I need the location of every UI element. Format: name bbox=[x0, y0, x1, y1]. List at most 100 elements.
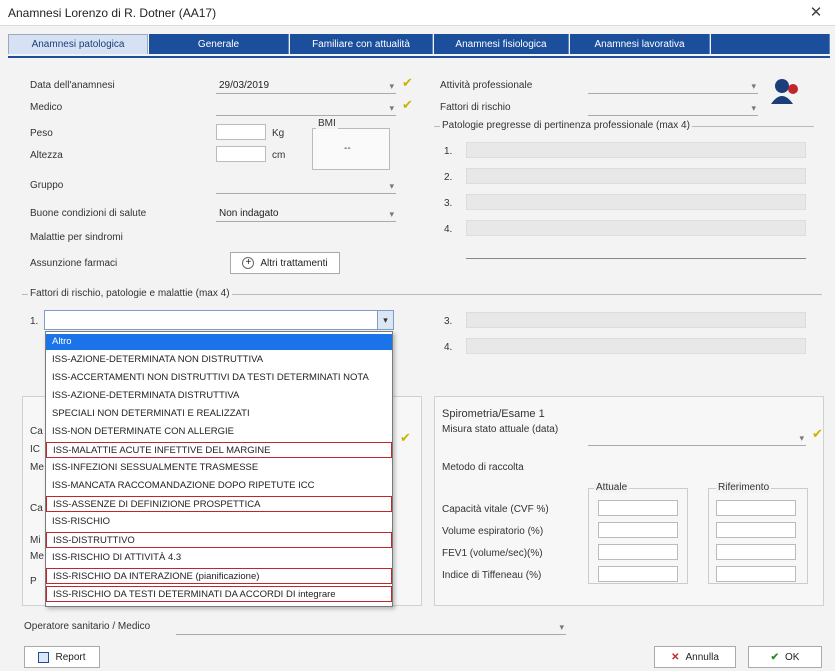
patologie-group-title: Patologie pregresse di pertinenza profes… bbox=[440, 120, 692, 131]
annulla-button[interactable]: ✕ Annulla bbox=[654, 646, 736, 668]
misura-combo[interactable]: ▾ bbox=[588, 430, 806, 446]
dropdown-option[interactable]: ISS-ASSENZE DI DEFINIZIONE PROSPETTICA bbox=[46, 496, 392, 512]
fattori-label: Fattori di rischio bbox=[440, 102, 511, 113]
tab-generale[interactable]: Generale bbox=[149, 34, 289, 54]
patologia-1-field[interactable] bbox=[466, 142, 806, 158]
patologia-3-field[interactable] bbox=[466, 194, 806, 210]
tab-bar: Anamnesi patologica Generale Familiare c… bbox=[8, 34, 830, 56]
misura-label: Misura stato attuale (data) bbox=[442, 424, 559, 435]
tab-underline bbox=[8, 56, 830, 58]
ok-button[interactable]: ✔ OK bbox=[748, 646, 822, 668]
fattori-combo[interactable]: ▾ bbox=[588, 100, 758, 116]
chevron-down-icon[interactable]: ▾ bbox=[377, 311, 393, 329]
report-button[interactable]: Report bbox=[24, 646, 100, 668]
spiro-att-3[interactable] bbox=[598, 544, 678, 560]
spiro-att-1[interactable] bbox=[598, 500, 678, 516]
dropdown-option[interactable]: ISS-INFEZIONI SESSUALMENTE TRASMESSE bbox=[46, 460, 392, 476]
lower-label-3: Me bbox=[30, 462, 44, 473]
rischio-1-combo[interactable]: ▾ bbox=[44, 310, 394, 330]
lower-label-2: IC bbox=[30, 444, 40, 455]
dropdown-option[interactable]: Altro bbox=[46, 334, 392, 350]
lower-label-6: Me bbox=[30, 551, 44, 562]
spiro-rif-3[interactable] bbox=[716, 544, 796, 560]
dropdown-option[interactable]: ISS-MANCATA RACCOMANDAZIONE DOPO RIPETUT… bbox=[46, 478, 392, 494]
ok-button-label: OK bbox=[784, 651, 800, 663]
medico-combo[interactable]: ▾ bbox=[216, 100, 396, 116]
spiro-row-4: Indice di Tiffeneau (%) bbox=[442, 570, 542, 581]
dropdown-option[interactable]: ISS-DISTRUTTIVO bbox=[46, 532, 392, 548]
malattie-label: Malattie per sindromi bbox=[30, 232, 123, 243]
metodo-label: Metodo di raccolta bbox=[442, 462, 524, 473]
dropdown-option[interactable]: ISS-NON DETERMINATE CON ALLERGIE bbox=[46, 424, 392, 440]
data-anamnesi-label: Data dell'anamnesi bbox=[30, 80, 115, 91]
operatore-label: Operatore sanitario / Medico bbox=[24, 621, 151, 632]
check-icon: ✔ bbox=[770, 651, 779, 663]
tab-anamnesi-patologica[interactable]: Anamnesi patologica bbox=[8, 34, 148, 54]
spiro-att-2[interactable] bbox=[598, 522, 678, 538]
row-num-1: 1. bbox=[444, 146, 453, 157]
lower-label-1: Ca bbox=[30, 426, 43, 437]
confirm-check-icon[interactable]: ✔ bbox=[812, 426, 823, 442]
tab-lavorativa[interactable]: Anamnesi lavorativa bbox=[570, 34, 710, 54]
dropdown-option[interactable]: ISS-MALATTIE ACUTE INFETTIVE DEL MARGINE bbox=[46, 442, 392, 458]
bmi-box bbox=[312, 128, 390, 170]
spiro-rif-2[interactable] bbox=[716, 522, 796, 538]
assunzione-label: Assunzione farmaci bbox=[30, 258, 118, 269]
gruppo-combo[interactable]: ▾ bbox=[216, 178, 396, 194]
close-icon[interactable]: ✕ bbox=[807, 3, 825, 21]
patologie-underline bbox=[466, 258, 806, 259]
chevron-down-icon: ▾ bbox=[751, 103, 756, 113]
spiro-att-4[interactable] bbox=[598, 566, 678, 582]
chevron-down-icon: ▾ bbox=[799, 433, 804, 443]
altri-trattamenti-button[interactable]: + Altri trattamenti bbox=[230, 252, 340, 274]
rischio-3-field[interactable] bbox=[466, 312, 806, 328]
dropdown-option[interactable]: ISS-RISCHIO DA TESTI DETERMINATI DA ACCO… bbox=[46, 586, 392, 602]
patologia-2-field[interactable] bbox=[466, 168, 806, 184]
attuale-header: Attuale bbox=[594, 482, 630, 493]
annulla-button-label: Annulla bbox=[685, 651, 719, 663]
operatore-combo[interactable]: ▾ bbox=[176, 619, 566, 635]
dropdown-option[interactable]: SPECIALI NON DETERMINATI E REALIZZATI bbox=[46, 406, 392, 422]
altri-trattamenti-label: Altri trattamenti bbox=[260, 257, 328, 269]
data-anamnesi-combo[interactable]: 29/03/2019 ▾ bbox=[216, 78, 396, 94]
tab-familiare[interactable]: Familiare con attualità bbox=[290, 34, 433, 54]
peso-input[interactable] bbox=[216, 124, 266, 140]
buone-condizioni-value: Non indagato bbox=[219, 208, 279, 219]
rischio-4-field[interactable] bbox=[466, 338, 806, 354]
tab-fisiologica[interactable]: Anamnesi fisiologica bbox=[434, 34, 569, 54]
lower-label-7: P bbox=[30, 576, 37, 587]
rischio-num-1: 1. bbox=[30, 316, 39, 327]
bmi-value: -- bbox=[344, 143, 351, 154]
add-circle-icon: + bbox=[242, 257, 255, 269]
dropdown-option[interactable]: ISS-AZIONE-DETERMINATA NON DISTRUTTIVA bbox=[46, 352, 392, 368]
spiro-row-3: FEV1 (volume/sec)(%) bbox=[442, 548, 543, 559]
window-title: Anamnesi Lorenzo di R. Dotner (AA17) bbox=[8, 6, 217, 20]
peso-label: Peso bbox=[30, 128, 53, 139]
rischio-group-title: Fattori di rischio, patologie e malattie… bbox=[28, 288, 232, 299]
spiro-row-1: Capacità vitale (CVF %) bbox=[442, 504, 549, 515]
spiro-rif-1[interactable] bbox=[716, 500, 796, 516]
person-icon[interactable] bbox=[768, 76, 802, 106]
confirm-check-icon[interactable]: ✔ bbox=[400, 430, 411, 446]
dropdown-option[interactable]: ISS-RISCHIO DA INTERAZIONE (pianificazio… bbox=[46, 568, 392, 584]
data-anamnesi-value: 29/03/2019 bbox=[219, 80, 270, 91]
spiro-rif-4[interactable] bbox=[716, 566, 796, 582]
confirm-check-icon[interactable]: ✔ bbox=[402, 75, 413, 91]
rischio-dropdown-list[interactable]: Altro ISS-AZIONE-DETERMINATA NON DISTRUTT… bbox=[45, 331, 393, 607]
altezza-input[interactable] bbox=[216, 146, 266, 162]
rischio-num-3: 3. bbox=[444, 316, 453, 327]
chevron-down-icon: ▾ bbox=[389, 81, 394, 91]
peso-unit: Kg bbox=[272, 128, 285, 139]
dropdown-option[interactable]: ISS-ACCERTAMENTI NON DISTRUTTIVI DA TEST… bbox=[46, 370, 392, 386]
patologia-4-field[interactable] bbox=[466, 220, 806, 236]
buone-condizioni-combo[interactable]: Non indagato ▾ bbox=[216, 206, 396, 222]
lower-label-5: Mi bbox=[30, 535, 41, 546]
lower-label-4: Ca bbox=[30, 503, 43, 514]
confirm-check-icon[interactable]: ✔ bbox=[402, 97, 413, 113]
cancel-icon: ✕ bbox=[671, 651, 680, 663]
dropdown-option[interactable]: ISS-RISCHIO bbox=[46, 514, 392, 530]
dropdown-option[interactable]: ISS-AZIONE-DETERMINATA DISTRUTTIVA bbox=[46, 388, 392, 404]
attivita-combo[interactable]: ▾ bbox=[588, 78, 758, 94]
dropdown-option[interactable]: ISS-RISCHIO DI ATTIVITÀ 4.3 bbox=[46, 550, 392, 566]
chevron-down-icon: ▾ bbox=[389, 103, 394, 113]
